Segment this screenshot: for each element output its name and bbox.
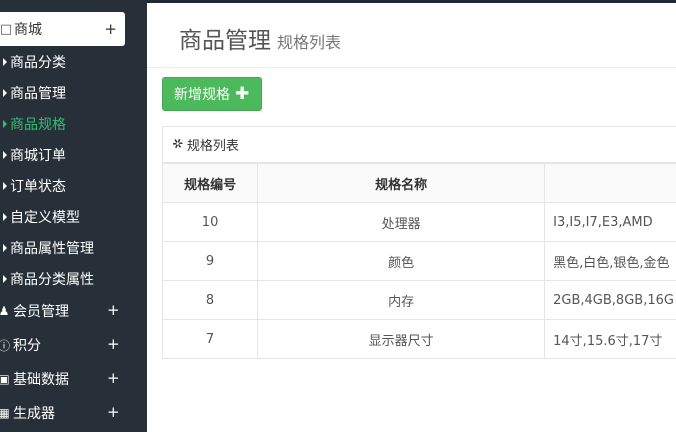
- sidebar-group-label: 积分: [13, 338, 41, 354]
- add-spec-button[interactable]: 新增规格 ✚: [162, 77, 262, 111]
- cell-name: 显示器尺寸: [257, 319, 546, 359]
- caret-right-icon: [3, 274, 7, 283]
- table-row[interactable]: 7 显示器尺寸 14寸,15.6寸,17寸: [161, 319, 676, 359]
- sidebar-group-label: 基础数据: [13, 372, 69, 388]
- cell-values: 14寸,15.6寸,17寸: [544, 319, 676, 359]
- expand-toggle[interactable]: +: [107, 301, 120, 319]
- caret-right-icon: [3, 150, 7, 159]
- table-row[interactable]: 8 内存 2GB,4GB,8GB,16G: [161, 280, 676, 320]
- cell-id: 7: [161, 319, 259, 359]
- cell-values: 黑色,白色,银色,金色: [544, 241, 676, 281]
- sidebar-item-label: 商品属性管理: [10, 240, 94, 257]
- panel-title: 规格列表: [186, 139, 239, 154]
- sidebar-item-label: 自定义模型: [10, 209, 80, 226]
- sidebar-item-category[interactable]: 商品分类: [0, 46, 147, 77]
- sidebar-item-label: 商品分类属性: [10, 271, 94, 288]
- column-header-values[interactable]: [544, 163, 676, 203]
- page-title: 商品管理 规格列表: [179, 21, 341, 55]
- sidebar-group-label: 生成器: [13, 406, 55, 422]
- column-header-name[interactable]: 规格名称: [257, 163, 546, 203]
- sidebar-item-orders[interactable]: 商城订单: [0, 139, 147, 170]
- image-icon: ▣: [0, 372, 10, 386]
- cell-name: 内存: [257, 280, 546, 320]
- sidebar-group-members[interactable]: ♟ 会员管理 +: [0, 294, 147, 328]
- sidebar-item-label: 商品管理: [10, 85, 66, 102]
- sidebar-item-order-status[interactable]: 订单状态: [0, 170, 147, 201]
- sidebar-item-custom-model[interactable]: 自定义模型: [0, 201, 147, 232]
- expand-toggle[interactable]: +: [107, 403, 120, 421]
- caret-right-icon: [3, 243, 7, 252]
- store-icon: □: [0, 21, 13, 37]
- sidebar-group-label: 商城: [14, 22, 42, 38]
- expand-toggle[interactable]: +: [104, 20, 117, 38]
- grid-icon: ▦: [0, 406, 10, 420]
- cell-id: 8: [161, 280, 259, 320]
- column-header-id[interactable]: 规格编号: [161, 163, 259, 203]
- pin-icon: ✲: [169, 135, 188, 154]
- sidebar-item-goods[interactable]: 商品管理: [0, 77, 147, 108]
- caret-right-icon: [3, 181, 7, 190]
- caret-right-icon: [3, 212, 7, 221]
- sidebar-item-label: 商品规格: [10, 116, 66, 133]
- cell-id: 9: [161, 241, 259, 281]
- caret-right-icon: [3, 88, 7, 97]
- user-icon: ♟: [0, 304, 10, 318]
- spec-table: 规格编号 规格名称 10 处理器 I3,I5,I7,E3,AMD 9 颜色 黑色…: [161, 163, 676, 359]
- sidebar-group-generator[interactable]: ▦ 生成器 +: [0, 396, 147, 430]
- add-spec-label: 新增规格: [174, 87, 230, 103]
- cell-name: 颜色: [257, 241, 546, 281]
- expand-toggle[interactable]: +: [107, 369, 120, 387]
- sidebar-group-mall[interactable]: □ 商城 +: [0, 12, 125, 46]
- sidebar: □ 商城 + 商品分类 商品管理 商品规格 商城订单 订单状态 自定义模型 商品…: [0, 0, 147, 432]
- page-header: 商品管理 规格列表: [147, 3, 676, 68]
- cell-name: 处理器: [257, 202, 546, 242]
- plus-icon: ✚: [235, 84, 250, 104]
- sidebar-item-category-attributes[interactable]: 商品分类属性: [0, 263, 147, 294]
- spec-list-panel: ✲ 规格列表 规格编号 规格名称 10 处理器 I3,I5,I7,E3,AMD: [161, 126, 676, 359]
- sidebar-item-label: 商品分类: [10, 54, 66, 71]
- cell-values: I3,I5,I7,E3,AMD: [544, 202, 676, 242]
- caret-right-icon: [3, 57, 7, 66]
- sidebar-group-base-data[interactable]: ▣ 基础数据 +: [0, 362, 147, 396]
- main-content: 商品管理规格列表 新增规格 ✚ ✲ 规格列表 规格编号 规格名称 10 处理器: [147, 3, 676, 432]
- sidebar-item-attributes[interactable]: 商品属性管理: [0, 232, 147, 263]
- sidebar-item-spec[interactable]: 商品规格: [0, 108, 147, 139]
- caret-right-icon: [3, 119, 7, 128]
- sidebar-item-label: 商城订单: [10, 147, 66, 164]
- page-subtitle: 规格列表: [277, 33, 342, 52]
- panel-header: ✲ 规格列表: [163, 127, 676, 163]
- sidebar-group-points[interactable]: ⓘ 积分 +: [0, 328, 147, 362]
- sidebar-group-label: 会员管理: [13, 304, 69, 320]
- table-row[interactable]: 10 处理器 I3,I5,I7,E3,AMD: [161, 202, 676, 242]
- table-header-row: 规格编号 规格名称: [161, 163, 676, 203]
- info-circle-icon: ⓘ: [0, 338, 10, 353]
- table-row[interactable]: 9 颜色 黑色,白色,银色,金色: [161, 241, 676, 281]
- cell-values: 2GB,4GB,8GB,16G: [544, 280, 676, 320]
- cell-id: 10: [161, 202, 259, 242]
- sidebar-item-label: 订单状态: [10, 178, 66, 195]
- page-title-text: 商品管理: [179, 28, 271, 54]
- expand-toggle[interactable]: +: [107, 335, 120, 353]
